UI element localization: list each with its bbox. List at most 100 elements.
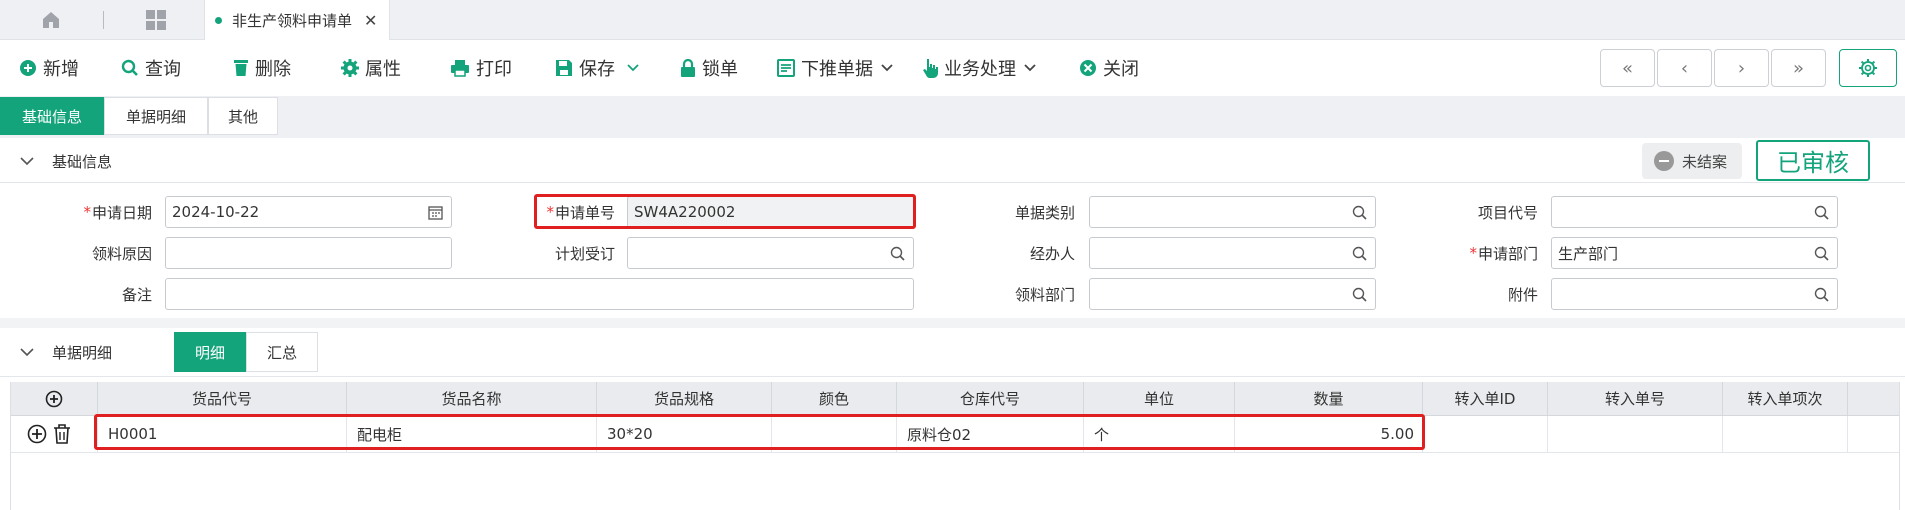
project-code-field[interactable]	[1551, 196, 1838, 228]
lock-button[interactable]: 锁单	[680, 40, 738, 96]
divider	[0, 182, 1905, 183]
col-header[interactable]: 单位	[1084, 382, 1235, 416]
apply-dept-field[interactable]: 生产部门	[1551, 237, 1838, 269]
search-icon	[1814, 287, 1829, 302]
first-record-button[interactable]: «	[1600, 49, 1655, 87]
cell-in-id[interactable]	[1423, 416, 1548, 453]
trash-icon	[54, 424, 70, 444]
col-header[interactable]: 货品规格	[597, 382, 772, 416]
tab-detail[interactable]: 单据明细	[104, 97, 208, 135]
prev-record-button[interactable]: ‹	[1657, 49, 1712, 87]
search-icon	[1814, 246, 1829, 261]
doc-type-field[interactable]	[1089, 196, 1376, 228]
first-icon: «	[1621, 57, 1633, 79]
lock-icon	[681, 59, 695, 77]
last-record-button[interactable]: »	[1771, 49, 1826, 87]
detail-title: 单据明细	[52, 343, 113, 362]
push-down-button[interactable]: 下推单据	[777, 40, 899, 96]
col-header[interactable]: 仓库代号	[897, 382, 1084, 416]
apply-dept-value: 生产部门	[1558, 244, 1619, 263]
business-label: 业务处理	[944, 59, 1016, 80]
pick-dept-field[interactable]	[1089, 278, 1376, 310]
cell-in-no[interactable]	[1548, 416, 1723, 453]
calendar-icon	[428, 206, 443, 220]
search-icon	[1814, 205, 1829, 220]
plus-circle-icon	[45, 390, 63, 407]
query-button[interactable]: 查询	[121, 40, 181, 96]
attachment-field[interactable]	[1551, 278, 1838, 310]
hand-pointer-icon	[923, 59, 938, 78]
business-button[interactable]: 业务处理	[922, 40, 1042, 96]
next-record-button[interactable]: ›	[1714, 49, 1769, 87]
minus-circle-icon	[1654, 151, 1674, 171]
pick-dept-label: 领料部门	[1014, 285, 1075, 304]
col-header[interactable]: 货品代号	[98, 382, 347, 416]
search-icon	[1352, 246, 1367, 261]
tab-detail-lines[interactable]: 明细	[174, 332, 246, 372]
save-button[interactable]: 保存	[555, 40, 645, 96]
handler-label: 经办人	[1029, 244, 1075, 263]
section-separator	[0, 318, 1905, 328]
lock-label: 锁单	[702, 59, 738, 80]
reason-label: 领料原因	[91, 244, 152, 263]
push-down-label: 下推单据	[801, 59, 873, 80]
active-dot-icon	[215, 16, 222, 24]
col-header[interactable]: 数量	[1235, 382, 1423, 416]
plus-circle-icon	[20, 60, 36, 76]
attachment-label: 附件	[1507, 285, 1538, 304]
print-button[interactable]: 打印	[450, 40, 512, 96]
home-icon[interactable]	[36, 0, 66, 40]
chevron-down-icon	[20, 347, 34, 356]
col-header[interactable]: 货品名称	[347, 382, 597, 416]
settings-button[interactable]	[1839, 49, 1897, 87]
trash-icon	[234, 60, 248, 76]
close-button[interactable]: 关闭	[1079, 40, 1139, 96]
query-label: 查询	[145, 59, 181, 80]
highlight-detail-row	[94, 414, 1425, 450]
reason-field[interactable]	[165, 237, 452, 269]
chevron-down-icon	[627, 64, 639, 72]
print-label: 打印	[476, 59, 512, 80]
chevron-down-icon	[1024, 64, 1036, 72]
handler-field[interactable]	[1089, 237, 1376, 269]
close-circle-icon	[1080, 60, 1096, 76]
chevron-down-icon	[20, 156, 34, 165]
col-header[interactable]: 颜色	[772, 382, 897, 416]
apply-date-value: 2024-10-22	[172, 203, 260, 221]
search-icon	[1352, 205, 1367, 220]
properties-button[interactable]: 属性	[341, 40, 401, 96]
tab-other[interactable]: 其他	[208, 97, 278, 135]
properties-label: 属性	[365, 59, 401, 80]
close-tab-icon[interactable]: ✕	[364, 11, 377, 30]
tab-basic-info[interactable]: 基础信息	[0, 97, 104, 135]
col-header[interactable]: 转入单号	[1548, 382, 1723, 416]
chevron-down-icon	[881, 64, 893, 72]
tab-requisition[interactable]: 非生产领料申请单 ✕	[204, 0, 390, 40]
cell-in-item[interactable]	[1723, 416, 1848, 453]
tab-label: 非生产领料申请单	[232, 11, 353, 30]
audit-stamp: 已审核	[1756, 140, 1870, 181]
highlight-apply-no	[534, 194, 916, 229]
tab-summary[interactable]: 汇总	[246, 332, 318, 372]
prev-icon: ‹	[1680, 57, 1689, 79]
col-header[interactable]: 转入单ID	[1423, 382, 1548, 416]
new-button[interactable]: 新增	[19, 40, 79, 96]
basic-info-header[interactable]: 基础信息	[0, 141, 1905, 181]
next-icon: ›	[1737, 57, 1746, 79]
delete-button[interactable]: 删除	[233, 40, 291, 96]
close-label: 关闭	[1103, 59, 1139, 80]
col-header-filler	[1848, 382, 1899, 416]
search-icon	[890, 246, 905, 261]
apply-date-field[interactable]: 2024-10-22	[165, 196, 452, 228]
save-icon	[556, 60, 572, 76]
project-code-label: 项目代号	[1477, 203, 1538, 222]
add-row-icon	[27, 424, 47, 444]
last-icon: »	[1792, 57, 1804, 79]
add-row-header[interactable]	[11, 382, 98, 416]
plan-order-field[interactable]	[627, 237, 914, 269]
status-text: 未结案	[1682, 152, 1728, 171]
apply-dept-label: * 申请部门	[1469, 244, 1538, 263]
grid-icon[interactable]	[141, 0, 171, 40]
col-header[interactable]: 转入单项次	[1723, 382, 1848, 416]
remark-field[interactable]	[165, 278, 914, 310]
